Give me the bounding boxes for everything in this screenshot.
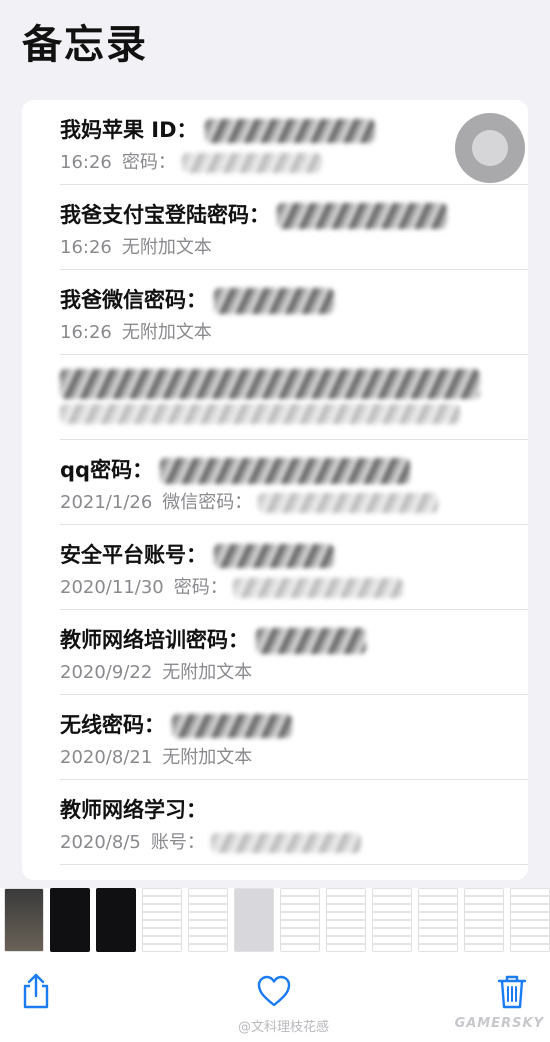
notes-list: 我妈苹果 ID： 16:26 密码： 我爸支付宝登陆密码： 16:26 无附加文本 …: [22, 100, 528, 880]
note-date: 2020/9/22: [60, 662, 153, 683]
watermark-text: @文科理枝花感: [238, 1020, 330, 1035]
redacted-blur: [214, 288, 335, 314]
note-snippet: 密码：: [121, 152, 176, 173]
assistive-touch-button[interactable]: [455, 113, 525, 183]
note-item[interactable]: 教师网络学习： 2020/8/5 账号：: [60, 780, 528, 865]
redacted-blur: [233, 578, 404, 598]
redacted-blur: [256, 628, 367, 654]
note-item[interactable]: 教师网络培训密码： 2020/9/22 无附加文本: [60, 610, 528, 695]
watermark-logo: GAMERSKY: [454, 1016, 544, 1031]
note-title: 教师网络培训密码：: [60, 628, 249, 652]
note-title: 教师网络学习：: [60, 798, 207, 822]
note-title: 我爸支付宝登陆密码：: [60, 203, 270, 227]
thumbnail[interactable]: [96, 888, 136, 952]
thumbnail[interactable]: [372, 888, 412, 952]
note-snippet: 密码：: [173, 577, 228, 598]
redacted-blur: [172, 714, 293, 738]
note-snippet: 无附加文本: [121, 237, 212, 258]
heart-icon[interactable]: [256, 972, 292, 1010]
photo-filmstrip: [0, 888, 550, 952]
note-item[interactable]: 我爸微信密码： 16:26 无附加文本: [60, 270, 528, 355]
share-icon[interactable]: [18, 972, 54, 1010]
redacted-blur: [181, 153, 322, 173]
redacted-blur: [210, 833, 361, 853]
thumbnail[interactable]: [50, 888, 90, 952]
note-item[interactable]: [60, 355, 528, 440]
note-snippet: 无附加文本: [162, 662, 253, 683]
thumbnail[interactable]: [510, 888, 550, 952]
note-date: 16:26: [60, 322, 112, 343]
page-title: 备忘录: [22, 22, 148, 68]
thumbnail[interactable]: [280, 888, 320, 952]
note-snippet: 微信密码：: [162, 492, 253, 513]
note-item[interactable]: 我爸支付宝登陆密码： 16:26 无附加文本: [60, 185, 528, 270]
thumbnail[interactable]: [418, 888, 458, 952]
note-item[interactable]: qq密码： 2021/1/26 微信密码：: [60, 440, 528, 525]
redacted-blur: [258, 493, 439, 513]
note-date: 16:26: [60, 152, 112, 173]
note-snippet: 无附加文本: [162, 747, 253, 768]
redacted-blur: [214, 544, 335, 568]
note-snippet: 无附加文本: [121, 322, 212, 343]
note-item[interactable]: 无线密码： 2020/8/21 无附加文本: [60, 695, 528, 780]
thumbnail[interactable]: [4, 888, 44, 952]
thumbnail[interactable]: [326, 888, 366, 952]
note-title: qq密码：: [60, 458, 154, 482]
thumbnail[interactable]: [464, 888, 504, 952]
trash-icon[interactable]: [494, 972, 530, 1010]
note-date: 2020/8/21: [60, 747, 153, 768]
note-date: 2020/11/30: [60, 577, 164, 598]
note-title: 我爸微信密码：: [60, 288, 207, 312]
note-snippet: 账号：: [150, 832, 205, 853]
note-date: 16:26: [60, 237, 112, 258]
thumbnail[interactable]: [234, 888, 274, 952]
redacted-blur: [204, 119, 375, 143]
thumbnail[interactable]: [142, 888, 182, 952]
note-title: 我妈苹果 ID：: [60, 118, 198, 142]
redacted-blur: [60, 369, 480, 399]
note-title: 无线密码：: [60, 713, 165, 737]
note-date: 2021/1/26: [60, 492, 153, 513]
note-date: 2020/8/5: [60, 832, 141, 853]
redacted-blur: [60, 404, 460, 424]
redacted-blur: [277, 203, 448, 229]
thumbnail[interactable]: [188, 888, 228, 952]
redacted-blur: [160, 458, 411, 484]
note-item[interactable]: 安全平台账号： 2020/11/30 密码：: [60, 525, 528, 610]
note-title: 安全平台账号：: [60, 543, 207, 567]
